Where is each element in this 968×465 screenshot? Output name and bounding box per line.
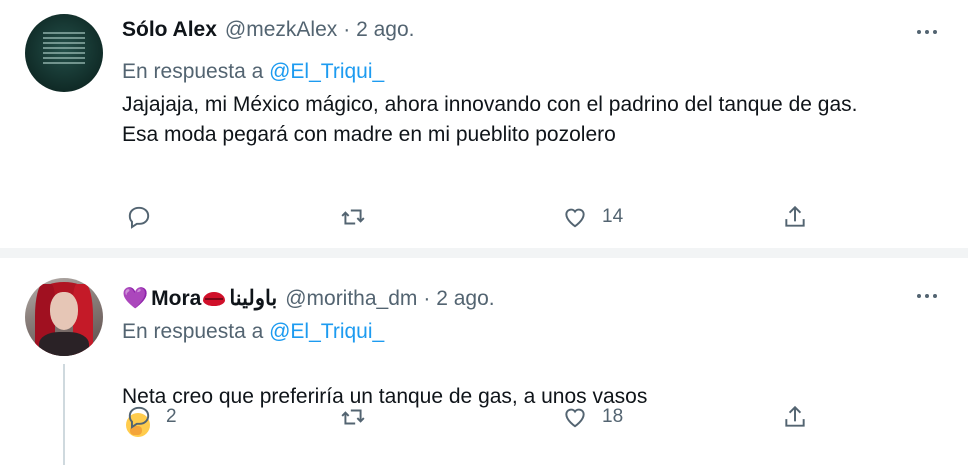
like-count: 18 bbox=[602, 406, 624, 427]
more-icon[interactable] bbox=[912, 284, 942, 308]
share-button[interactable] bbox=[782, 404, 808, 430]
reply-to-link[interactable]: @El_Triqui_ bbox=[269, 320, 384, 343]
share-icon bbox=[785, 405, 805, 427]
tweet-header: 💜 Mora باولينا @moritha_dm · 2 ago. bbox=[122, 286, 495, 311]
reply-icon bbox=[128, 406, 150, 429]
retweet-button[interactable] bbox=[340, 404, 380, 430]
reply-button[interactable]: 2 bbox=[126, 404, 177, 430]
tweet-time[interactable]: · 2 ago. bbox=[423, 287, 494, 311]
purple-heart-emoji: 💜 bbox=[122, 286, 149, 310]
display-name-suffix[interactable]: باولينا bbox=[229, 286, 277, 311]
tweet-actions: 2 18 bbox=[122, 404, 822, 434]
reply-prefix: En respuesta a bbox=[122, 320, 264, 343]
reply-count: 2 bbox=[166, 406, 177, 427]
retweet-icon bbox=[341, 409, 365, 425]
like-button[interactable]: 18 bbox=[562, 404, 623, 430]
user-handle[interactable]: @moritha_dm bbox=[285, 287, 417, 311]
like-icon bbox=[565, 408, 585, 428]
thread-line bbox=[63, 364, 65, 465]
display-name[interactable]: Mora bbox=[151, 287, 201, 311]
reply-context: En respuesta a @El_Triqui_ bbox=[122, 320, 384, 344]
avatar[interactable] bbox=[25, 278, 103, 356]
tweet[interactable]: 💜 Mora باولينا @moritha_dm · 2 ago. En r… bbox=[0, 0, 968, 465]
lips-icon bbox=[203, 291, 226, 306]
